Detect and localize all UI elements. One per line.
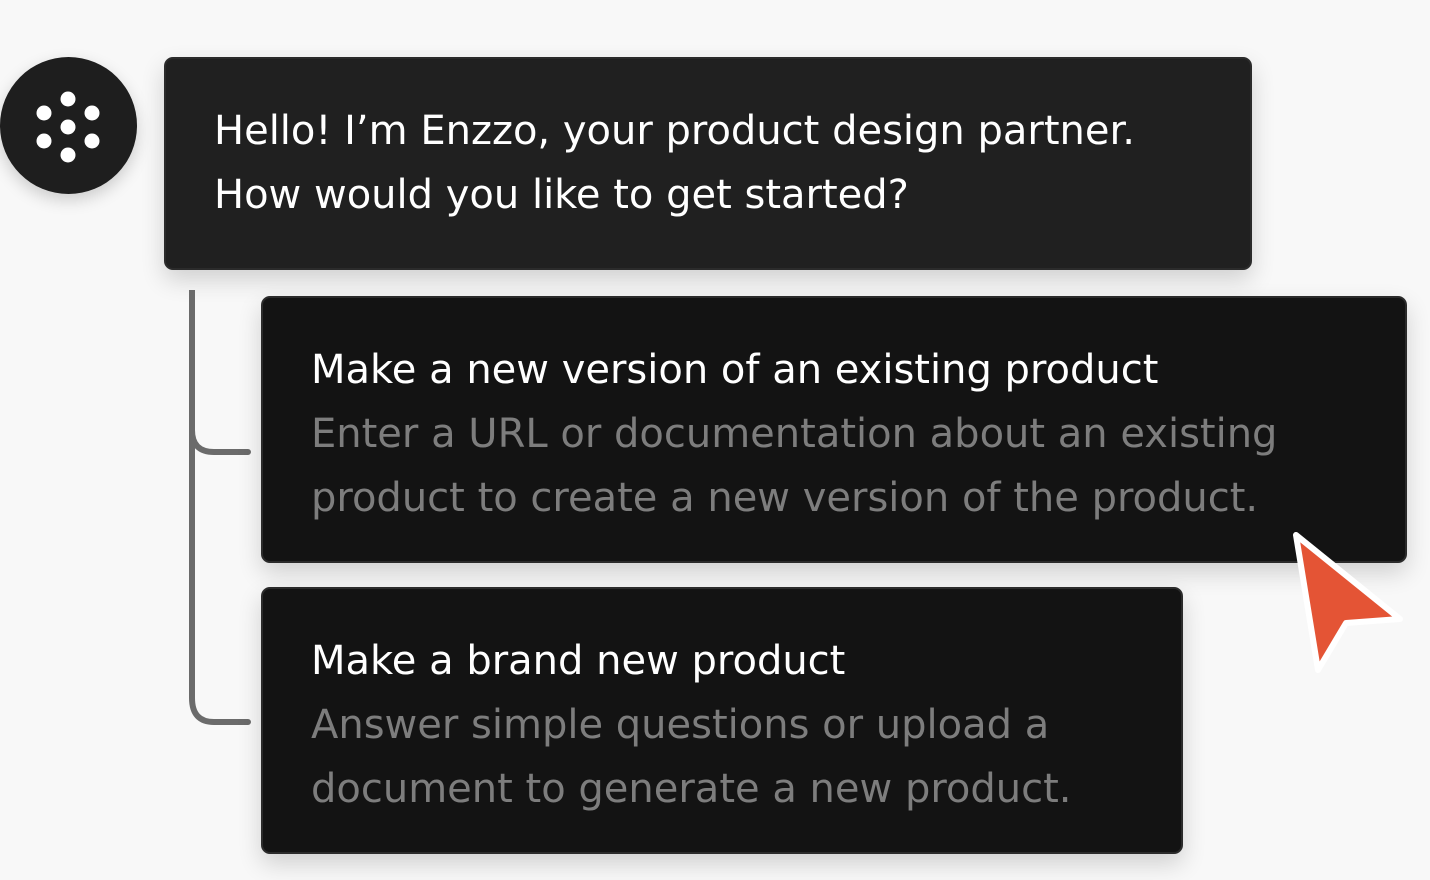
option-description-line: Enter a URL or documentation about an ex… — [311, 411, 1278, 457]
option-new-version-card[interactable]: Make a new version of an existing produc… — [261, 296, 1407, 563]
assistant-message-line: How would you like to get started? — [214, 172, 909, 218]
option-brand-new-card[interactable]: Make a brand new product Answer simple q… — [261, 587, 1183, 854]
assistant-avatar — [0, 57, 137, 194]
pointer-arrow-icon — [1293, 532, 1403, 673]
option-description-line: product to create a new version of the p… — [311, 475, 1259, 521]
option-description-line: document to generate a new product. — [311, 766, 1072, 812]
assistant-message-line: Hello! I’m Enzzo, your product design pa… — [214, 108, 1135, 154]
option-connector — [189, 290, 251, 725]
dots-logo-icon — [36, 91, 100, 163]
assistant-message-bubble: Hello! I’m Enzzo, your product design pa… — [164, 57, 1252, 270]
option-description-line: Answer simple questions or upload a — [311, 702, 1050, 748]
option-title: Make a brand new product — [311, 638, 846, 684]
option-title: Make a new version of an existing produc… — [311, 347, 1159, 393]
